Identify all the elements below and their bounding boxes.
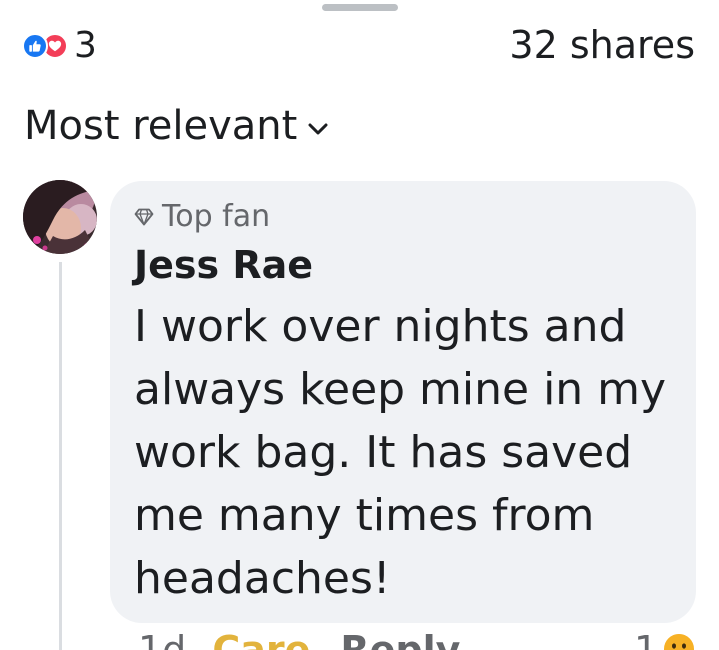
thread-line <box>59 262 62 650</box>
comment-reaction-count: 1 <box>634 628 659 650</box>
comments-sheet: 3 32 shares Most relevant Top fan Jess R… <box>0 0 719 650</box>
sheet-drag-handle[interactable] <box>322 4 398 11</box>
comment-actions: 1d Care Reply <box>138 626 460 650</box>
avatar[interactable] <box>23 180 97 254</box>
comment-author[interactable]: Jess Rae <box>134 239 676 291</box>
reply-button[interactable]: Reply <box>340 626 460 650</box>
badge-label: Top fan <box>162 199 271 234</box>
sort-dropdown[interactable]: Most relevant <box>24 100 329 152</box>
diamond-icon <box>134 208 154 226</box>
top-fan-badge: Top fan <box>134 197 676 237</box>
sort-label: Most relevant <box>24 103 298 149</box>
shares-count[interactable]: 32 shares <box>509 20 695 70</box>
comment-text: I work over nights and always keep mine … <box>134 301 667 604</box>
reaction-count: 3 <box>74 25 97 66</box>
comment-bubble[interactable]: Top fan Jess Rae I work over nights and … <box>110 181 696 623</box>
like-reaction-button[interactable]: Care <box>212 626 310 650</box>
reaction-summary[interactable]: 3 <box>22 24 97 68</box>
care-icon <box>662 632 697 650</box>
like-icon <box>22 33 48 59</box>
comment-reaction-summary[interactable]: 1 <box>634 626 697 650</box>
chevron-down-icon <box>307 122 329 136</box>
comment-time[interactable]: 1d <box>138 626 186 650</box>
